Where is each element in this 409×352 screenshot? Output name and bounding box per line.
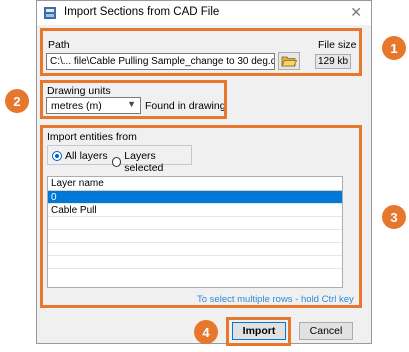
window-title: Import Sections from CAD File	[64, 6, 220, 18]
callout-4: 4	[194, 320, 218, 344]
app-icon	[44, 7, 56, 19]
callout-1: 1	[382, 36, 406, 60]
highlight-box-import	[226, 317, 291, 346]
highlight-box-path	[40, 28, 362, 76]
highlight-box-layers	[40, 125, 362, 308]
highlight-box-units	[40, 80, 227, 119]
cancel-button[interactable]: Cancel	[299, 322, 353, 340]
close-icon[interactable]: ✕	[350, 4, 362, 21]
callout-2: 2	[5, 89, 29, 113]
title-bar: Import Sections from CAD File ✕	[37, 1, 371, 25]
callout-3: 3	[382, 205, 406, 229]
